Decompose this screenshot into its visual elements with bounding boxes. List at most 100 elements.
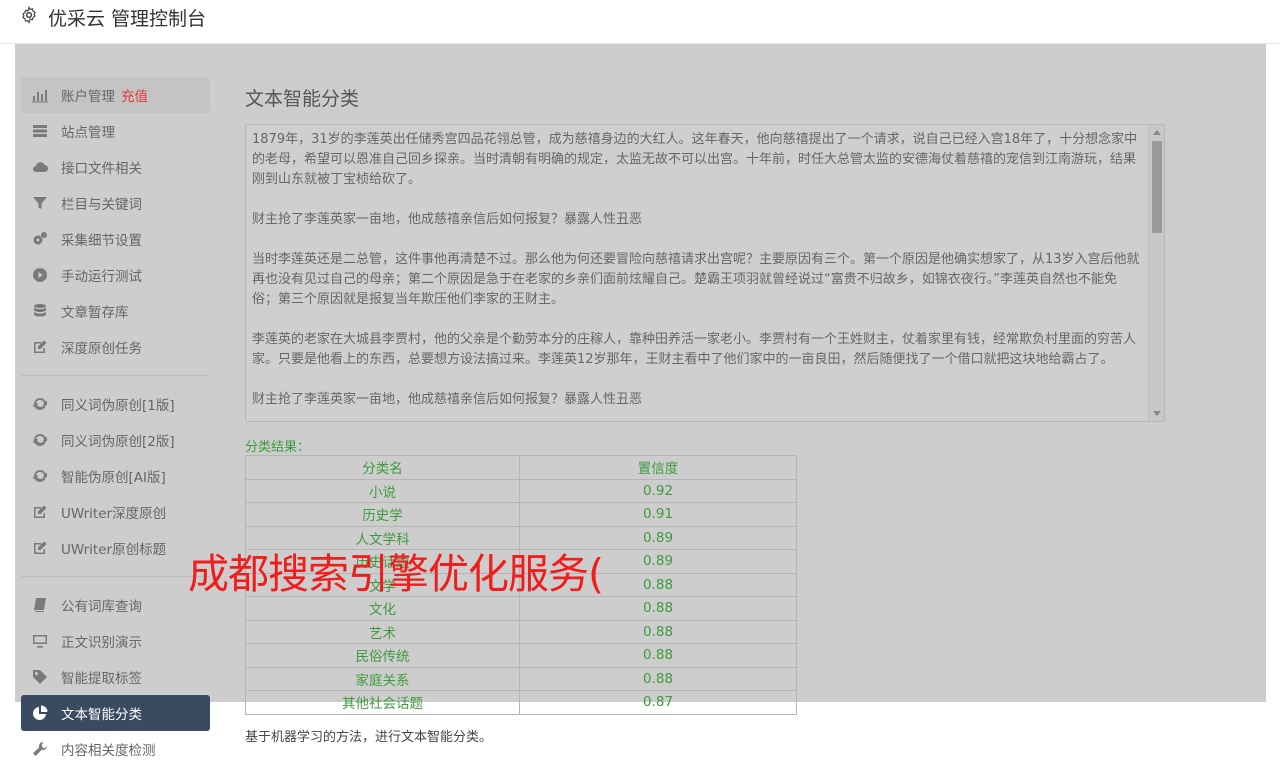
category-name: 艺术	[245, 619, 520, 644]
text-input[interactable]: 1879年，31岁的李莲英出任储秀宫四品花翎总管，成为慈禧身边的大红人。这年春天…	[245, 124, 1165, 422]
sidebar-item-text-classification[interactable]: 文本智能分类	[21, 695, 210, 731]
sidebar-item-label: 同义词伪原创[1版]	[61, 398, 175, 414]
top-bar: 优采云 管理控制台	[0, 0, 1280, 44]
sidebar-item-label: 站点管理	[61, 125, 115, 141]
sidebar-item-label: 栏目与关键词	[61, 197, 142, 213]
sidebar-item-article-storage[interactable]: 文章暂存库	[21, 293, 210, 329]
book-icon	[31, 596, 49, 614]
sidebar-item-manual-run[interactable]: 手动运行测试	[21, 257, 210, 293]
sidebar-divider	[21, 375, 210, 376]
category-name: 民俗传统	[245, 643, 520, 668]
sidebar-item-label: UWriter原创标题	[61, 542, 167, 558]
edit-icon	[31, 539, 49, 557]
sidebar-item-sites[interactable]: 站点管理	[21, 113, 210, 149]
column-header-confidence: 置信度	[519, 455, 797, 480]
sidebar-item-label: 文章暂存库	[61, 305, 129, 321]
confidence-value: 0.88	[519, 596, 797, 621]
table-header-row: 分类名 置信度	[245, 455, 797, 480]
sidebar-item-label: 同义词伪原创[2版]	[61, 434, 175, 450]
page-title: 文本智能分类	[245, 88, 360, 110]
category-name: 其他社会话题	[245, 690, 520, 715]
category-name: 历史学	[245, 502, 520, 527]
sidebar-item-label: 深度原创任务	[61, 341, 142, 357]
sidebar-item-label: 账户管理	[61, 89, 115, 105]
confidence-value: 0.88	[519, 643, 797, 668]
recharge-link[interactable]: 充值	[121, 85, 148, 105]
edit-icon	[31, 338, 49, 356]
table-row: 历史学 0.91	[245, 502, 797, 527]
vertical-scrollbar[interactable]	[1148, 125, 1164, 421]
description-text: 基于机器学习的方法，进行文本智能分类。	[245, 730, 493, 745]
sidebar-item-interface-files[interactable]: 接口文件相关	[21, 149, 210, 185]
confidence-value: 0.91	[519, 502, 797, 527]
cloud-upload-icon	[31, 158, 49, 176]
right-margin	[1266, 44, 1280, 745]
sidebar-item-synonym-v2[interactable]: 同义词伪原创[2版]	[21, 422, 210, 458]
gear-icon	[20, 6, 38, 29]
sidebar-item-columns-keywords[interactable]: 栏目与关键词	[21, 185, 210, 221]
server-icon	[31, 122, 49, 140]
left-margin	[0, 44, 15, 745]
tag-icon	[31, 668, 49, 686]
sidebar-item-collect-settings[interactable]: 采集细节设置	[21, 221, 210, 257]
sidebar-item-ai-rewrite[interactable]: 智能伪原创[AI版]	[21, 458, 210, 494]
sidebar: 账户管理 充值 站点管理 接口文件相关 栏目与关键词 采集细节设置 手动运行测试…	[21, 77, 210, 767]
text-paragraph: 当时李莲英还是二总管，这件事他再清楚不过。那么他为何还要冒险向慈禧请求出宫呢？主…	[252, 252, 1140, 307]
filter-icon	[31, 194, 49, 212]
sidebar-item-deep-original[interactable]: 深度原创任务	[21, 329, 210, 365]
scroll-thumb[interactable]	[1152, 141, 1162, 233]
sidebar-item-label: 接口文件相关	[61, 161, 142, 177]
sidebar-item-label: 公有词库查询	[61, 599, 142, 615]
table-row: 民俗传统 0.88	[245, 643, 797, 668]
sidebar-item-uwriter-deep[interactable]: UWriter深度原创	[21, 494, 210, 530]
sidebar-item-uwriter-title[interactable]: UWriter原创标题	[21, 530, 210, 566]
text-paragraph: 财主抢了李莲英家一亩地，他成慈禧亲信后如何报复？暴露人性丑恶	[252, 392, 643, 407]
text-paragraph: 财主抢了李莲英家一亩地，他成慈禧亲信后如何报复？暴露人性丑恶	[252, 212, 643, 227]
category-name: 家庭关系	[245, 666, 520, 691]
sidebar-item-relevance-check[interactable]: 内容相关度检测	[21, 731, 210, 767]
monitor-icon	[31, 632, 49, 650]
text-paragraph: 1879年，31岁的李莲英出任储秀宫四品花翎总管，成为慈禧身边的大红人。这年春天…	[252, 132, 1138, 187]
database-icon	[31, 302, 49, 320]
sidebar-item-label: 手动运行测试	[61, 269, 142, 285]
edit-icon	[31, 503, 49, 521]
table-row: 其他社会话题 0.87	[245, 690, 797, 715]
sidebar-item-account[interactable]: 账户管理 充值	[21, 77, 210, 113]
sidebar-item-label: 智能伪原创[AI版]	[61, 470, 166, 486]
table-row: 小说 0.92	[245, 478, 797, 503]
pie-chart-icon	[31, 704, 49, 722]
sidebar-item-label: 采集细节设置	[61, 233, 142, 249]
sidebar-divider	[21, 576, 210, 577]
watermark-overlay-text: 成都搜索引擎优化服务(	[188, 550, 604, 598]
refresh-icon	[31, 395, 49, 413]
sidebar-item-label: 文本智能分类	[61, 707, 142, 723]
text-paragraph: 李莲英的老家在大城县李贾村，他的父亲是个勤劳本分的庄稼人，靠种田养活一家老小。李…	[252, 332, 1137, 367]
sidebar-item-label: UWriter深度原创	[61, 506, 167, 522]
sidebar-item-public-lexicon[interactable]: 公有词库查询	[21, 587, 210, 623]
wrench-icon	[31, 740, 49, 758]
sidebar-item-label: 正文识别演示	[61, 635, 142, 651]
confidence-value: 0.88	[519, 666, 797, 691]
sidebar-item-synonym-v1[interactable]: 同义词伪原创[1版]	[21, 386, 210, 422]
sidebar-item-label: 内容相关度检测	[61, 743, 156, 759]
confidence-value: 0.88	[519, 619, 797, 644]
cogs-icon	[31, 230, 49, 248]
sidebar-item-label: 智能提取标签	[61, 671, 142, 687]
scroll-down-arrow-icon[interactable]	[1153, 411, 1161, 416]
app-title: 优采云 管理控制台	[48, 8, 207, 30]
scroll-up-arrow-icon[interactable]	[1153, 130, 1161, 135]
table-row: 家庭关系 0.88	[245, 666, 797, 691]
text-content: 1879年，31岁的李莲英出任储秀宫四品花翎总管，成为慈禧身边的大红人。这年春天…	[252, 130, 1142, 421]
sidebar-item-extract-tags[interactable]: 智能提取标签	[21, 659, 210, 695]
table-row: 文化 0.88	[245, 596, 797, 621]
refresh-icon	[31, 467, 49, 485]
brand: 优采云 管理控制台	[20, 4, 206, 31]
table-row: 艺术 0.88	[245, 619, 797, 644]
confidence-value: 0.87	[519, 690, 797, 715]
column-header-name: 分类名	[245, 455, 520, 480]
bar-chart-icon	[31, 86, 49, 104]
play-circle-icon	[31, 266, 49, 284]
sidebar-item-text-recognition[interactable]: 正文识别演示	[21, 623, 210, 659]
refresh-icon	[31, 431, 49, 449]
confidence-value: 0.92	[519, 478, 797, 503]
